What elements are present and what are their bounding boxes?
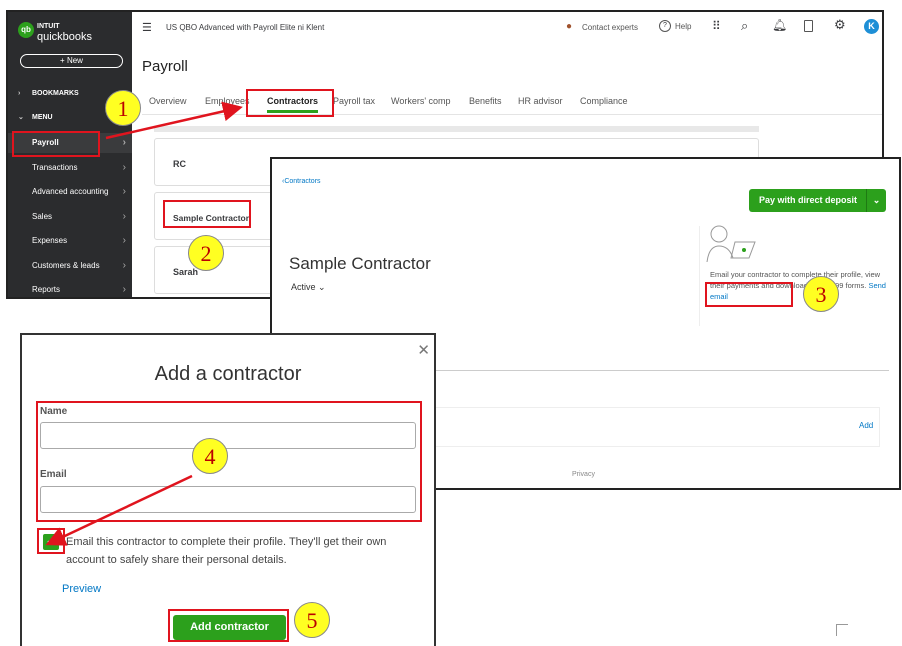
pay-with-direct-deposit-button[interactable]: Pay with direct deposit ⌄ (749, 189, 886, 212)
sidebar-item-reports[interactable]: Reports › (8, 280, 132, 297)
chevron-down-icon: ⌄ (18, 114, 24, 121)
email-contractor-promo: Email your contractor to complete their … (710, 270, 886, 301)
sidebar: qb INTUIT quickbooks + New › BOOKMARKS ⌄ ME… (8, 12, 132, 297)
email-contractor-text: Email this contractor to complete their … (66, 536, 387, 566)
chevron-right-icon: › (122, 284, 126, 295)
help-link[interactable]: Help (675, 22, 691, 31)
menu-toggle-icon[interactable]: ☰ (142, 21, 152, 34)
email-input[interactable] (40, 486, 416, 513)
tab-benefits[interactable]: Benefits (469, 96, 502, 106)
chevron-right-icon: › (122, 186, 126, 197)
divider (699, 226, 700, 326)
tab-payroll-tax[interactable]: Payroll tax (333, 96, 375, 106)
list-header (154, 126, 759, 132)
new-button[interactable]: + New (20, 54, 123, 68)
sidebar-item-advanced-accounting[interactable]: Advanced accounting › (8, 182, 132, 202)
user-avatar[interactable]: K (864, 19, 879, 34)
chevron-right-icon: › (122, 260, 126, 271)
top-bar: ☰ US QBO Advanced with Payroll Elite ni … (132, 12, 882, 44)
divider (142, 114, 882, 115)
sidebar-item-customers-leads[interactable]: Customers & leads › (8, 256, 132, 276)
callout-3: 3 (803, 276, 839, 312)
chevron-right-icon: › (122, 235, 126, 246)
sidebar-item-expenses[interactable]: Expenses › (8, 231, 132, 251)
sidebar-item-sales[interactable]: Sales › (8, 207, 132, 227)
close-icon[interactable]: ✕ (417, 341, 430, 359)
bell-icon[interactable]: 🔔︎ (772, 18, 787, 32)
chevron-right-icon: › (18, 90, 21, 97)
sidebar-item-payroll[interactable]: Payroll › (8, 133, 132, 153)
clipboard-icon[interactable] (804, 20, 813, 32)
tab-employees[interactable]: Employees (205, 96, 250, 106)
preview-link[interactable]: Preview (62, 583, 101, 595)
back-to-contractors-link[interactable]: ‹Contractors (282, 178, 321, 185)
section-card (402, 407, 880, 447)
chevron-down-icon[interactable]: ⌄ (866, 189, 886, 212)
name-label: Name (40, 406, 68, 417)
privacy-link[interactable]: Privacy (572, 471, 595, 478)
search-icon[interactable]: ⌕ (741, 18, 748, 34)
gear-icon[interactable]: ⚙ (834, 17, 846, 33)
company-name: US QBO Advanced with Payroll Elite ni Kl… (166, 23, 325, 32)
chevron-right-icon: › (122, 211, 126, 222)
logo-mark: qb (18, 22, 34, 38)
apps-grid-icon[interactable]: ⠿ (712, 19, 721, 33)
chevron-down-icon: ⌄ (318, 282, 326, 292)
chevron-right-icon: › (122, 137, 126, 148)
status-dropdown[interactable]: Active ⌄ (291, 282, 326, 293)
tab-hr-advisor[interactable]: HR advisor (518, 96, 563, 106)
email-label: Email (40, 469, 67, 480)
sidebar-item-transactions[interactable]: Transactions › (8, 158, 132, 178)
callout-2: 2 (188, 235, 224, 271)
tab-contractors[interactable]: Contractors (267, 96, 319, 113)
tab-overview[interactable]: Overview (149, 96, 187, 106)
dialog-title: Add a contractor (154, 363, 302, 385)
page-title: Payroll (142, 58, 188, 75)
add-contractor-dialog: ✕ Add a contractor Name Email ✔ Email th… (20, 333, 436, 646)
add-contractor-button[interactable]: Add contractor (173, 615, 286, 640)
name-input[interactable] (40, 422, 416, 449)
brand-top: INTUIT (37, 23, 60, 30)
contact-experts-link[interactable]: Contact experts (582, 23, 638, 32)
contractor-laptop-illustration (706, 225, 756, 263)
brand: quickbooks (37, 31, 93, 43)
chevron-right-icon: › (122, 162, 126, 173)
resize-corner-icon (836, 624, 848, 636)
callout-1: 1 (105, 90, 141, 126)
callout-5: 5 (294, 602, 330, 638)
tab-workers-comp[interactable]: Workers' comp (391, 96, 451, 106)
expert-avatar-icon: ● (566, 21, 573, 32)
callout-4: 4 (192, 438, 228, 474)
contractor-name: Sample Contractor (289, 254, 431, 273)
add-link[interactable]: Add (859, 421, 873, 430)
email-contractor-checkbox[interactable]: ✔ (43, 534, 59, 550)
tab-compliance[interactable]: Compliance (580, 96, 628, 106)
help-icon[interactable]: ? (659, 20, 671, 32)
